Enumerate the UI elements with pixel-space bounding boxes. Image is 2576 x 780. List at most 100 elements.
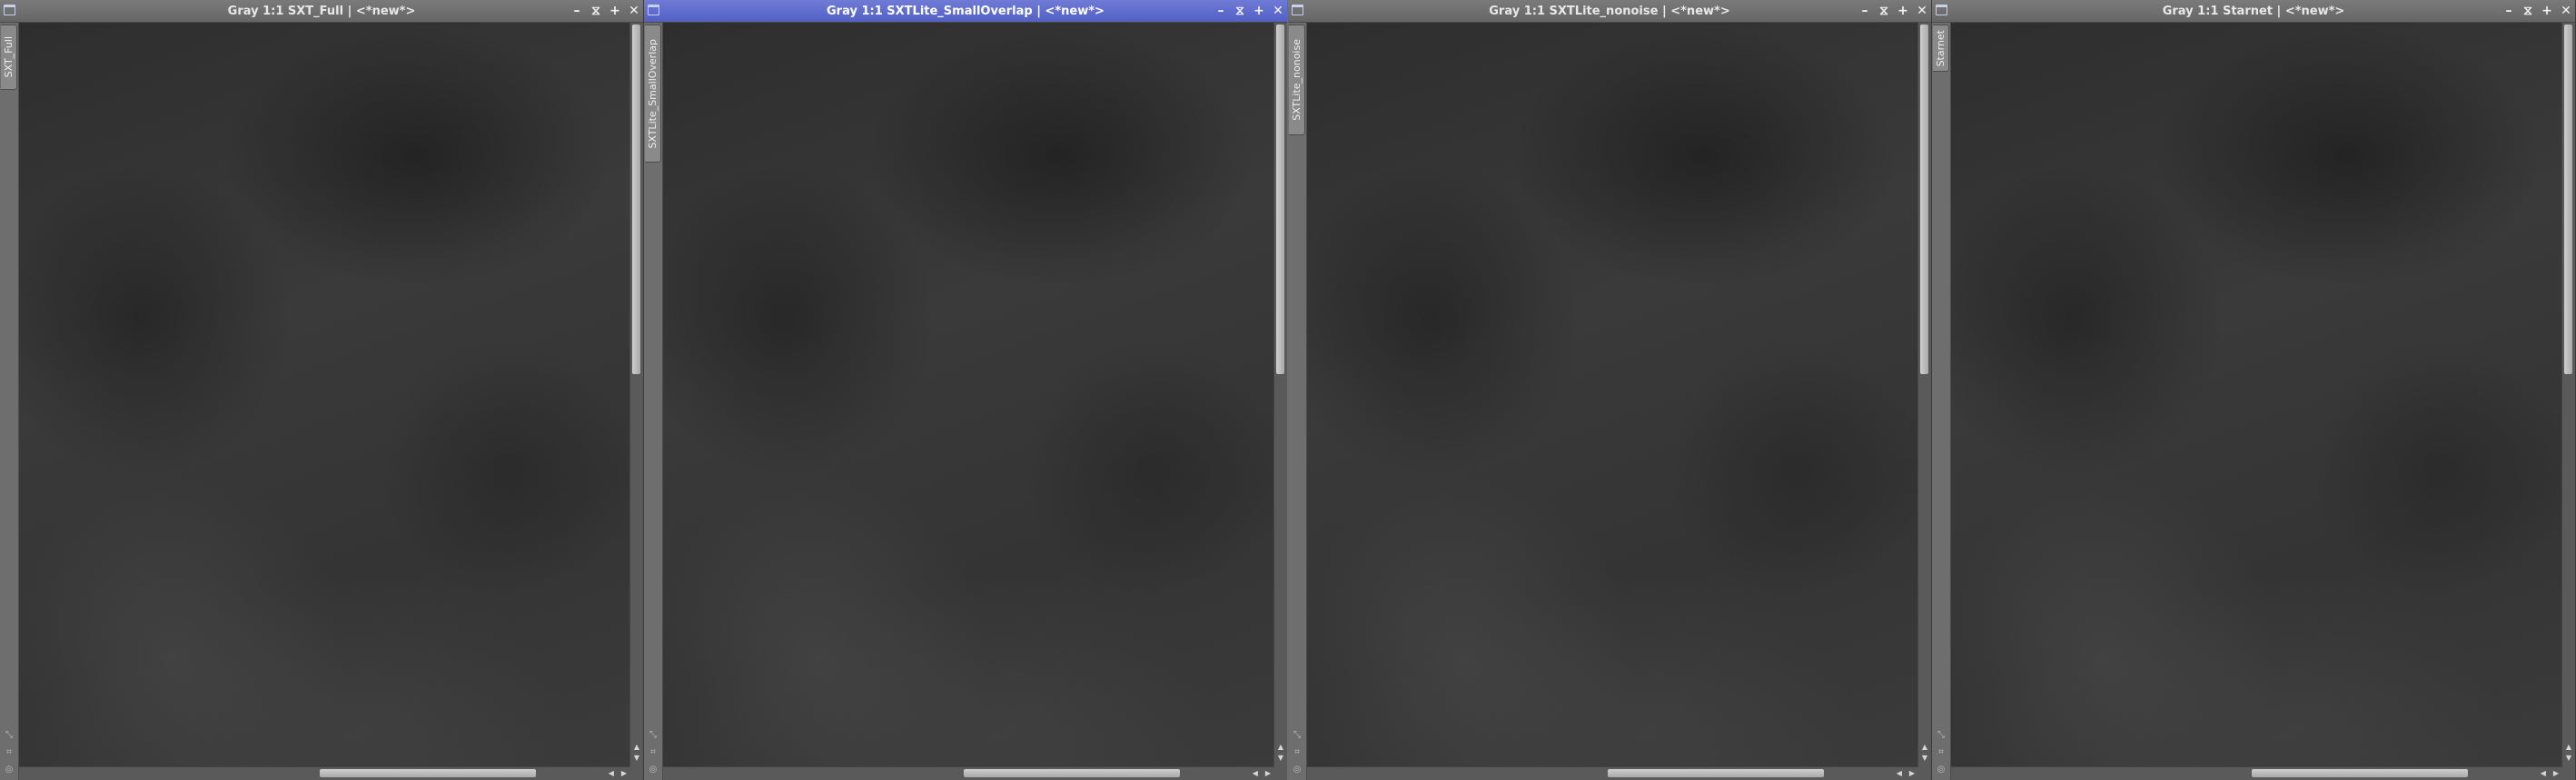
horizontal-scrollbar[interactable]: ◀ ▶ xyxy=(663,766,1274,780)
window-icon[interactable] xyxy=(1292,5,1303,15)
vertical-scrollbar[interactable]: ▲ ▼ xyxy=(1273,23,1287,767)
view-identifier-label: Starnet xyxy=(1935,29,1947,67)
minimize-button[interactable]: – xyxy=(2503,0,2514,22)
scroll-right-arrow-icon[interactable]: ▶ xyxy=(2553,767,2559,780)
image-canvas[interactable] xyxy=(19,23,630,767)
scroll-left-arrow-icon[interactable]: ◀ xyxy=(609,767,614,780)
scroll-right-arrow-icon[interactable]: ▶ xyxy=(621,767,627,780)
mask-icon[interactable]: ◎ xyxy=(649,765,658,775)
minimize-button[interactable]: – xyxy=(571,0,582,22)
link-icon[interactable]: ⌗ xyxy=(6,747,12,757)
scroll-down-arrow-icon[interactable]: ▼ xyxy=(1274,753,1287,764)
scroll-up-arrow-icon[interactable]: ▲ xyxy=(1274,742,1287,753)
vertical-scrollbar[interactable]: ▲ ▼ xyxy=(1917,23,1931,767)
window-title: Gray 1:1 Starnet | <*new*> xyxy=(2162,4,2345,18)
maximize-button[interactable]: + xyxy=(2541,0,2552,22)
window-sidebar: Starnet ⤡ ⌗ ◎ xyxy=(1932,23,1951,780)
desktop: Gray 1:1 SXT_Full | <*new*> – ⧖ + ✕ SXT_… xyxy=(0,0,2576,780)
image-window-starnet[interactable]: Gray 1:1 Starnet | <*new*> – ⧖ + ✕ Starn… xyxy=(1932,0,2576,780)
scroll-up-arrow-icon[interactable]: ▲ xyxy=(1918,742,1931,753)
window-icon[interactable] xyxy=(1936,5,1947,15)
link-icon[interactable]: ⌗ xyxy=(650,747,656,757)
horizontal-scroll-thumb[interactable] xyxy=(964,769,1180,777)
vertical-scrollbar[interactable]: ▲ ▼ xyxy=(2561,23,2575,767)
window-titlebar[interactable]: Gray 1:1 Starnet | <*new*> – ⧖ + ✕ xyxy=(1932,0,2575,23)
horizontal-scrollbar[interactable]: ◀ ▶ xyxy=(1951,766,2562,780)
close-button[interactable]: ✕ xyxy=(1273,0,1283,22)
image-window-sxtlite-smalloverlap[interactable]: Gray 1:1 SXTLite_SmallOverlap | <*new*> … xyxy=(644,0,1288,780)
view-identifier-label: SXTLite_SmallOverlap xyxy=(647,38,659,149)
image-window-sxt-full[interactable]: Gray 1:1 SXT_Full | <*new*> – ⧖ + ✕ SXT_… xyxy=(0,0,644,780)
shade-button[interactable]: ⧖ xyxy=(1878,0,1889,22)
window-titlebar[interactable]: Gray 1:1 SXTLite_nonoise | <*new*> – ⧖ +… xyxy=(1288,0,1931,23)
view-identifier-tab[interactable]: Starnet xyxy=(1933,25,1949,72)
scroll-left-arrow-icon[interactable]: ◀ xyxy=(1253,767,1258,780)
maximize-button[interactable]: + xyxy=(1253,0,1264,22)
scroll-right-arrow-icon[interactable]: ▶ xyxy=(1265,767,1271,780)
window-title: Gray 1:1 SXTLite_nonoise | <*new*> xyxy=(1489,4,1730,18)
horizontal-scrollbar[interactable]: ◀ ▶ xyxy=(19,766,630,780)
scroll-down-arrow-icon[interactable]: ▼ xyxy=(1918,753,1931,764)
horizontal-scroll-thumb[interactable] xyxy=(2252,769,2468,777)
shade-button[interactable]: ⧖ xyxy=(2522,0,2533,22)
window-title: Gray 1:1 SXTLite_SmallOverlap | <*new*> xyxy=(827,4,1105,18)
window-sidebar: SXTLite_nonoise ⤡ ⌗ ◎ xyxy=(1288,23,1307,780)
scroll-left-arrow-icon[interactable]: ◀ xyxy=(1897,767,1902,780)
image-canvas[interactable] xyxy=(1307,23,1918,767)
link-icon[interactable]: ⌗ xyxy=(1294,747,1300,757)
window-titlebar[interactable]: Gray 1:1 SXT_Full | <*new*> – ⧖ + ✕ xyxy=(0,0,643,23)
vertical-scroll-thumb[interactable] xyxy=(1276,25,1284,374)
horizontal-scroll-thumb[interactable] xyxy=(1608,769,1824,777)
view-identifier-label: SXTLite_nonoise xyxy=(1291,39,1303,121)
fit-icon[interactable]: ⤡ xyxy=(1937,730,1945,740)
close-button[interactable]: ✕ xyxy=(2561,0,2571,22)
horizontal-scrollbar[interactable]: ◀ ▶ xyxy=(1307,766,1918,780)
window-title: Gray 1:1 SXT_Full | <*new*> xyxy=(227,4,416,18)
vertical-scroll-thumb[interactable] xyxy=(632,25,640,374)
sidebar-icons: ⤡ ⌗ ◎ xyxy=(1935,730,1947,775)
scroll-corner xyxy=(630,767,643,780)
scroll-corner xyxy=(1918,767,1931,780)
minimize-button[interactable]: – xyxy=(1215,0,1226,22)
vertical-scrollbar[interactable]: ▲ ▼ xyxy=(629,23,643,767)
view-identifier-label: SXT_Full xyxy=(3,36,15,78)
mask-icon[interactable]: ◎ xyxy=(1293,765,1302,775)
fit-icon[interactable]: ⤡ xyxy=(5,730,13,740)
image-canvas[interactable] xyxy=(663,23,1274,767)
fit-icon[interactable]: ⤡ xyxy=(1293,730,1301,740)
vertical-scroll-thumb[interactable] xyxy=(1920,25,1928,374)
window-sidebar: SXTLite_SmallOverlap ⤡ ⌗ ◎ xyxy=(644,23,663,780)
scroll-up-arrow-icon[interactable]: ▲ xyxy=(2562,742,2575,753)
view-identifier-tab[interactable]: SXTLite_nonoise xyxy=(1289,25,1305,135)
mask-icon[interactable]: ◎ xyxy=(1937,765,1946,775)
window-sidebar: SXT_Full ⤡ ⌗ ◎ xyxy=(0,23,19,780)
scroll-down-arrow-icon[interactable]: ▼ xyxy=(2562,753,2575,764)
sidebar-icons: ⤡ ⌗ ◎ xyxy=(647,730,659,775)
sidebar-icons: ⤡ ⌗ ◎ xyxy=(1291,730,1303,775)
scroll-corner xyxy=(2562,767,2575,780)
shade-button[interactable]: ⧖ xyxy=(590,0,601,22)
window-icon[interactable] xyxy=(4,5,15,15)
image-canvas[interactable] xyxy=(1951,23,2562,767)
fit-icon[interactable]: ⤡ xyxy=(649,730,657,740)
maximize-button[interactable]: + xyxy=(609,0,620,22)
view-identifier-tab[interactable]: SXTLite_SmallOverlap xyxy=(645,25,661,163)
mask-icon[interactable]: ◎ xyxy=(5,765,14,775)
vertical-scroll-thumb[interactable] xyxy=(2564,25,2572,374)
window-icon[interactable] xyxy=(648,5,659,15)
view-identifier-tab[interactable]: SXT_Full xyxy=(1,25,17,90)
window-titlebar[interactable]: Gray 1:1 SXTLite_SmallOverlap | <*new*> … xyxy=(644,0,1287,23)
scroll-up-arrow-icon[interactable]: ▲ xyxy=(630,742,643,753)
scroll-corner xyxy=(1274,767,1287,780)
close-button[interactable]: ✕ xyxy=(629,0,639,22)
link-icon[interactable]: ⌗ xyxy=(1938,747,1944,757)
minimize-button[interactable]: – xyxy=(1859,0,1870,22)
close-button[interactable]: ✕ xyxy=(1917,0,1927,22)
shade-button[interactable]: ⧖ xyxy=(1234,0,1245,22)
scroll-left-arrow-icon[interactable]: ◀ xyxy=(2541,767,2546,780)
horizontal-scroll-thumb[interactable] xyxy=(320,769,536,777)
scroll-down-arrow-icon[interactable]: ▼ xyxy=(630,753,643,764)
image-window-sxtlite-nonoise[interactable]: Gray 1:1 SXTLite_nonoise | <*new*> – ⧖ +… xyxy=(1288,0,1932,780)
maximize-button[interactable]: + xyxy=(1897,0,1908,22)
scroll-right-arrow-icon[interactable]: ▶ xyxy=(1909,767,1915,780)
